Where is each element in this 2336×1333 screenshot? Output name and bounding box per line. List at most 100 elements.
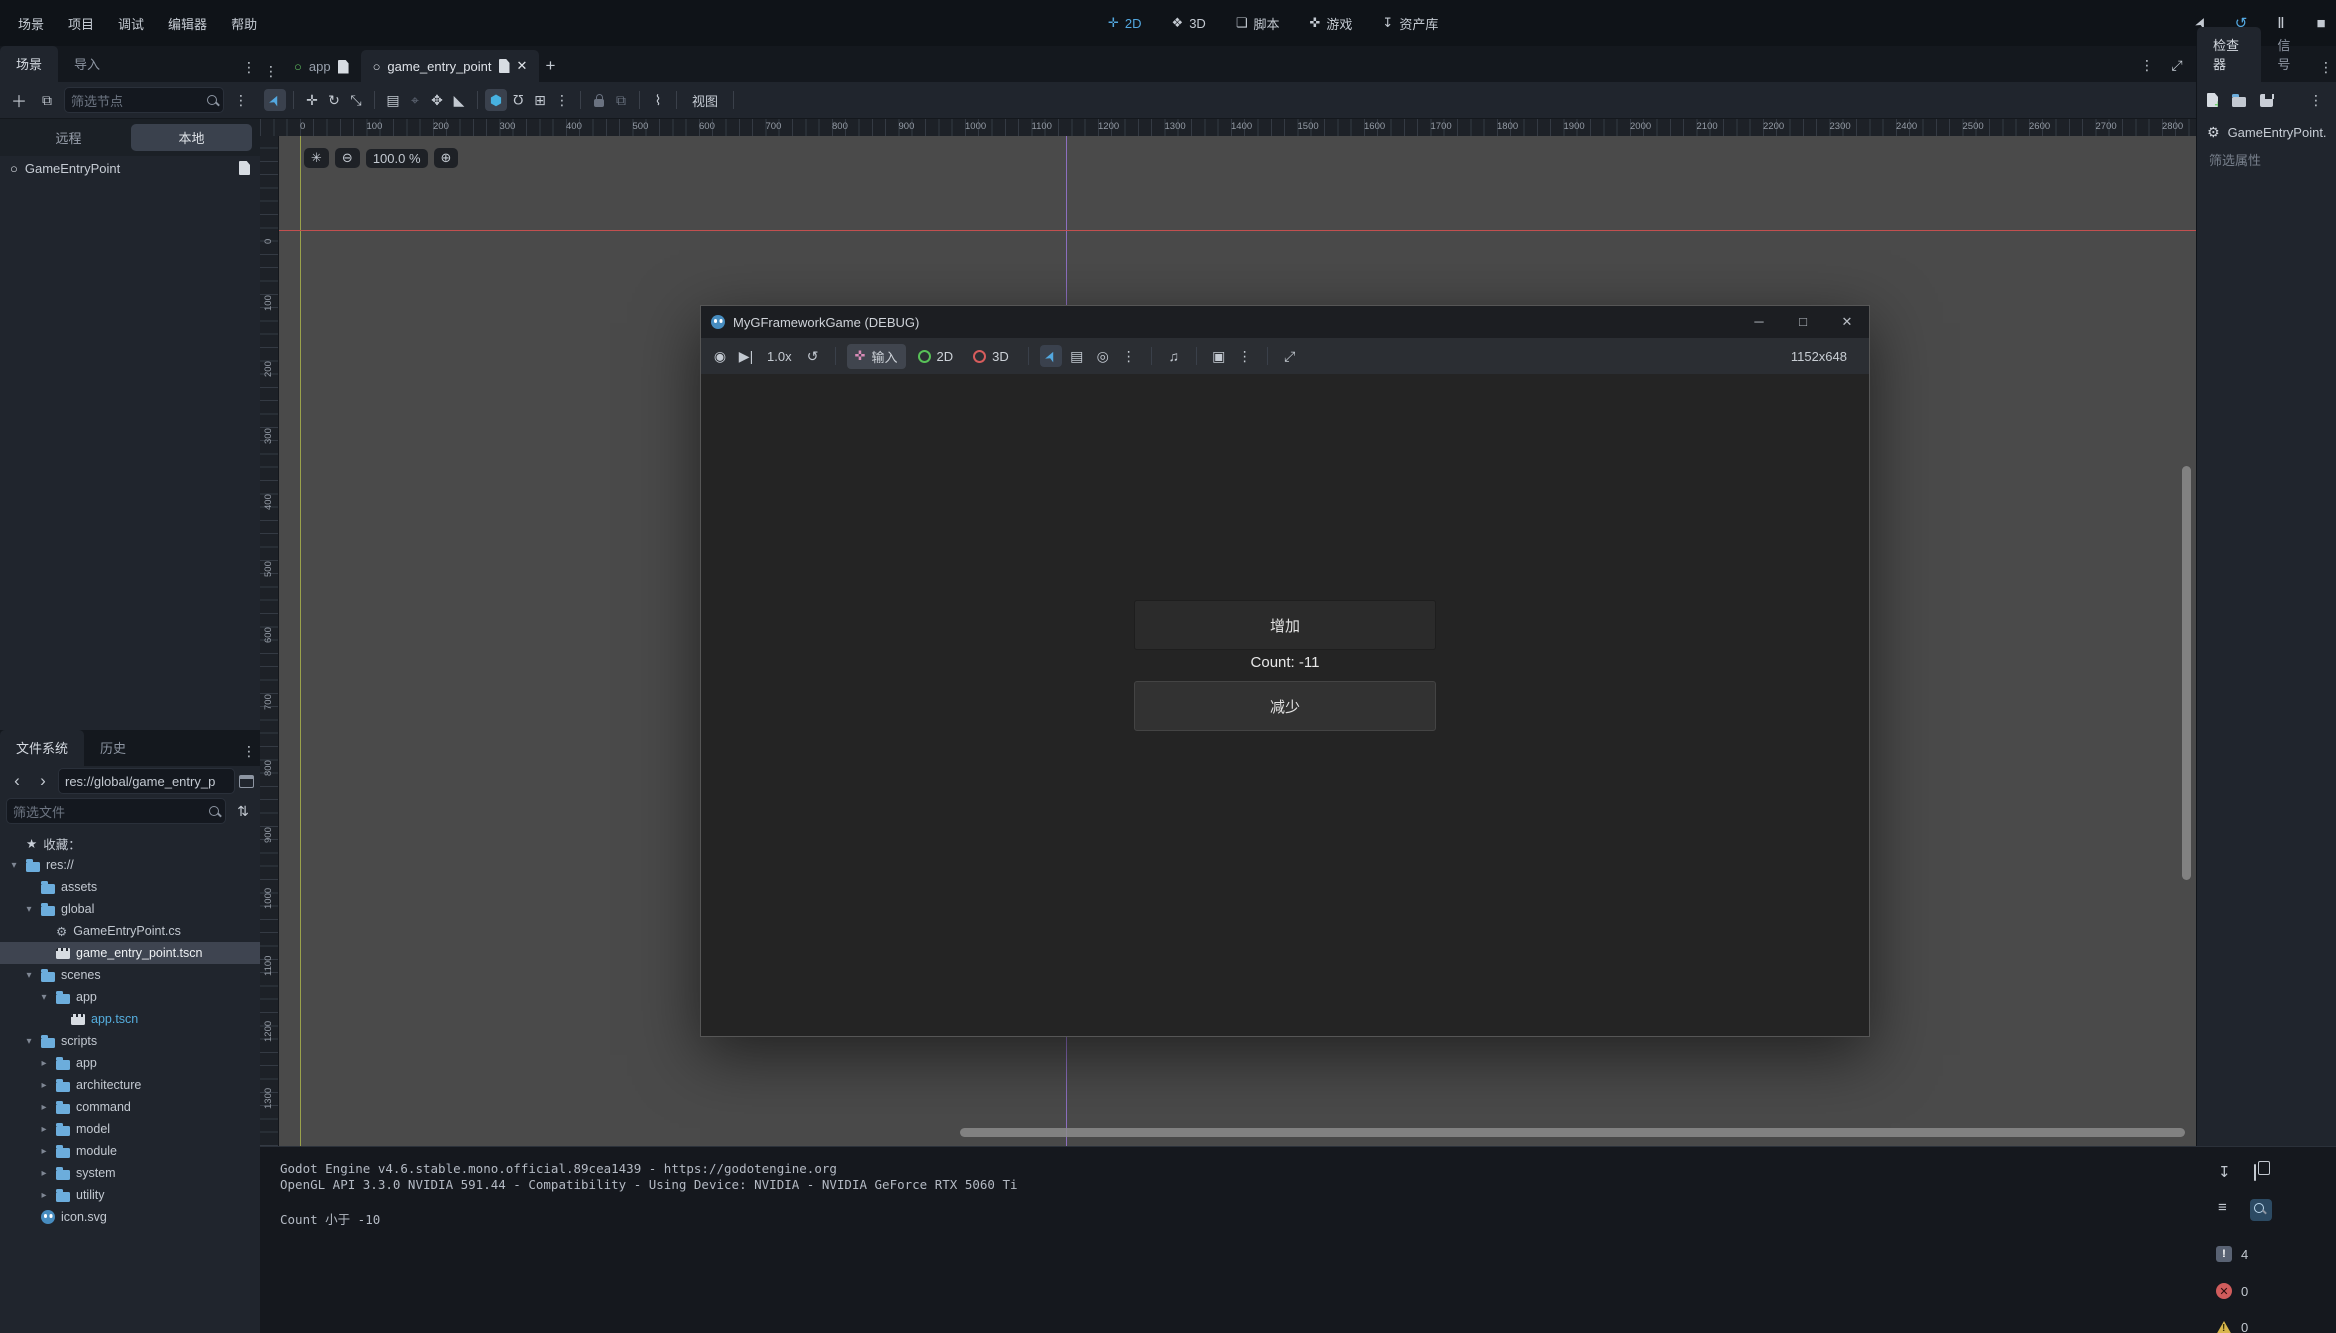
new-scene-tab-icon[interactable]: +: [539, 55, 561, 77]
tab-filesystem[interactable]: 文件系统: [0, 730, 84, 766]
camera-override-icon[interactable]: ▣: [1208, 345, 1230, 367]
tree-arrow-icon[interactable]: ▸: [38, 1080, 50, 1091]
tree-arrow-icon[interactable]: ▸: [38, 1190, 50, 1201]
move-tool-icon[interactable]: ✛: [301, 89, 323, 111]
tree-arrow-icon[interactable]: ▸: [38, 1146, 50, 1157]
messages-filter-badge[interactable]: !4: [2216, 1246, 2248, 1262]
game-window-titlebar[interactable]: MyGFrameworkGame (DEBUG) ─ □ ✕: [701, 306, 1869, 338]
load-resource-icon[interactable]: [2232, 97, 2246, 107]
tab-signals[interactable]: 信号: [2261, 27, 2315, 82]
select-tool-icon[interactable]: ➤: [264, 89, 286, 111]
file-tree-item[interactable]: ▾global: [0, 898, 260, 920]
mode-3d-button[interactable]: 3D: [965, 346, 1017, 367]
select-cursor-icon[interactable]: ➤: [1040, 345, 1062, 367]
file-tree-item[interactable]: game_entry_point.tscn: [0, 942, 260, 964]
grid-snap-icon[interactable]: ⊞: [529, 89, 551, 111]
file-tree-item[interactable]: ▸architecture: [0, 1074, 260, 1096]
v-scrollbar[interactable]: [2182, 466, 2191, 880]
tree-arrow-icon[interactable]: ▾: [38, 992, 50, 1003]
viewport-canvas[interactable]: 0100200300400500600700800900100011001200…: [260, 136, 2196, 1146]
pivot-tool-icon[interactable]: ⌖: [404, 89, 426, 111]
view-menu[interactable]: 视图: [684, 91, 726, 110]
workspace-脚本[interactable]: ❏脚本: [1228, 10, 1288, 37]
workspace-资产库[interactable]: ↧资产库: [1374, 10, 1446, 37]
snap-options-icon[interactable]: ⋮: [551, 89, 573, 111]
save-resource-icon[interactable]: [2260, 94, 2273, 107]
file-tree-item[interactable]: ⚙GameEntryPoint.cs: [0, 920, 260, 942]
nav-back-icon[interactable]: ‹: [6, 770, 28, 792]
file-tree-item[interactable]: ▸utility: [0, 1184, 260, 1206]
focus-selected-icon[interactable]: ◎: [1092, 345, 1114, 367]
filter-nodes-input[interactable]: 筛选节点: [64, 87, 224, 113]
fs-path-field[interactable]: res://global/game_entry_p: [58, 768, 235, 794]
list-select-icon[interactable]: ▤: [1066, 345, 1088, 367]
inspected-node-row[interactable]: ⚙ GameEntryPoint.: [2197, 118, 2336, 146]
mode-2d-button[interactable]: 2D: [910, 346, 962, 367]
filter-properties-input[interactable]: 筛选属性: [2197, 146, 2336, 172]
minimize-icon[interactable]: ─: [1737, 314, 1781, 330]
tree-arrow-icon[interactable]: ▾: [23, 1036, 35, 1047]
close-tab-icon[interactable]: ✕: [517, 58, 528, 74]
script-icon[interactable]: [239, 161, 250, 175]
file-tree-item[interactable]: ▾app: [0, 986, 260, 1008]
debug-icon[interactable]: ◉: [709, 345, 731, 367]
search-log-icon[interactable]: [2250, 1199, 2272, 1221]
h-scrollbar[interactable]: [960, 1128, 2185, 1137]
add-node-icon[interactable]: ＋: [8, 89, 30, 111]
filter-files-input[interactable]: 筛选文件: [6, 798, 226, 824]
tree-arrow-icon[interactable]: ▸: [38, 1124, 50, 1135]
list-select-icon[interactable]: ▤: [382, 89, 404, 111]
menu-4[interactable]: 帮助: [221, 10, 267, 37]
smart-snap-icon[interactable]: Ω: [507, 89, 529, 111]
script-icon[interactable]: [499, 59, 510, 73]
save-log-icon[interactable]: ↧: [2218, 1163, 2231, 1181]
tab-list-icon[interactable]: ⋮: [260, 60, 282, 82]
increase-button[interactable]: 增加: [1134, 600, 1436, 650]
file-tree-item[interactable]: ★收藏：: [0, 832, 260, 854]
file-tree-item[interactable]: ▸model: [0, 1118, 260, 1140]
close-icon[interactable]: ✕: [1825, 314, 1869, 330]
next-frame-icon[interactable]: ▶|: [735, 345, 757, 367]
dock-menu-icon[interactable]: ⋮: [238, 56, 260, 78]
menu-2[interactable]: 调试: [108, 10, 154, 37]
center-view-icon[interactable]: ✳: [304, 148, 329, 168]
errors-filter-badge[interactable]: ✕0: [2216, 1283, 2248, 1299]
audio-mute-icon[interactable]: ♫: [1163, 345, 1185, 367]
file-tree-item[interactable]: app.tscn: [0, 1008, 260, 1030]
snap-toggle-icon[interactable]: ⬢: [485, 89, 507, 111]
pan-tool-icon[interactable]: ✥: [426, 89, 448, 111]
scale-tool-icon[interactable]: ⤡: [345, 89, 367, 111]
file-tree-item[interactable]: ▾scenes: [0, 964, 260, 986]
tabbar-menu-icon[interactable]: ⋮: [2136, 54, 2158, 76]
file-tree-item[interactable]: ▾res://: [0, 854, 260, 876]
split-mode-icon[interactable]: [239, 775, 254, 788]
collapse-log-icon[interactable]: ≡: [2218, 1199, 2227, 1216]
group-selected-icon[interactable]: ⧉: [610, 89, 632, 111]
camera-options-icon[interactable]: ⋮: [1234, 345, 1256, 367]
tab-inspector[interactable]: 检查器: [2197, 27, 2261, 82]
ruler-tool-icon[interactable]: ◣: [448, 89, 470, 111]
speed-label[interactable]: 1.0x: [761, 349, 798, 364]
zoom-out-icon[interactable]: ⊖: [335, 148, 360, 168]
workspace-2d[interactable]: ✛2D: [1100, 11, 1150, 35]
new-resource-icon[interactable]: [2207, 93, 2218, 107]
file-tree-item[interactable]: icon.svg: [0, 1206, 260, 1228]
file-tree-item[interactable]: ▸app: [0, 1052, 260, 1074]
menu-1[interactable]: 项目: [58, 10, 104, 37]
tree-arrow-icon[interactable]: ▾: [23, 904, 35, 915]
reload-icon[interactable]: ↺: [802, 345, 824, 367]
file-tree-item[interactable]: assets: [0, 876, 260, 898]
scene-tree-options-icon[interactable]: ⋮: [230, 89, 252, 111]
zoom-in-icon[interactable]: ⊕: [434, 148, 459, 168]
more-options-icon[interactable]: ⋮: [1118, 345, 1140, 367]
fs-dock-menu-icon[interactable]: ⋮: [238, 740, 260, 762]
tab-scene[interactable]: 场景: [0, 46, 58, 82]
tree-arrow-icon[interactable]: ▾: [8, 860, 20, 871]
maximize-icon[interactable]: □: [1781, 314, 1825, 330]
copy-log-icon[interactable]: [2254, 1164, 2256, 1181]
local-button[interactable]: 本地: [131, 124, 252, 151]
script-icon[interactable]: [338, 60, 349, 74]
sort-files-icon[interactable]: ⇅: [232, 800, 254, 822]
warnings-filter-badge[interactable]: 0: [2216, 1320, 2248, 1333]
inspector-options-icon[interactable]: ⋮: [2305, 89, 2327, 111]
